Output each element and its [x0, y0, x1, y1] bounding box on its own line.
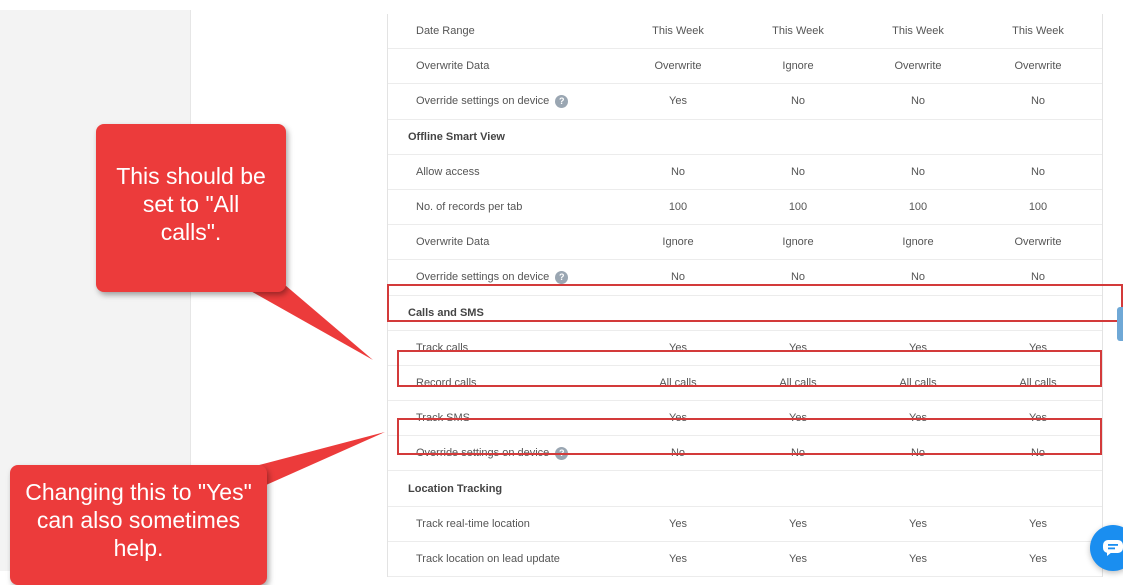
top-callout-pointer: [240, 285, 373, 360]
callout-bottom-text: Changing this to "Yes" can also sometime…: [25, 479, 252, 561]
callout-top-text: This should be set to "All calls".: [116, 163, 266, 245]
chat-bubble-icon: [1103, 540, 1123, 556]
callout-bottom: Changing this to "Yes" can also sometime…: [10, 465, 267, 585]
scrollbar-thumb[interactable]: [1117, 307, 1123, 341]
callout-top: This should be set to "All calls".: [96, 124, 286, 292]
